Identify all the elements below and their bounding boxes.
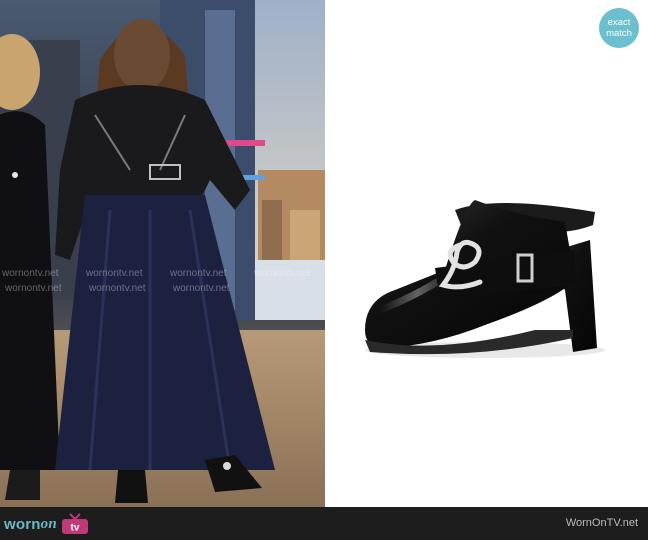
watermark: wornontv.net (5, 283, 62, 294)
tv-still-illustration (0, 0, 325, 507)
watermark: wornontv.net (86, 268, 143, 279)
footer-bar (0, 507, 648, 540)
tv-still-photo: wornontv.net wornontv.net wornontv.net w… (0, 0, 325, 507)
logo-tv-text: tv (70, 523, 79, 534)
tv-icon: tv (60, 513, 90, 535)
site-credit: WornOnTV.net (565, 517, 638, 529)
exact-match-badge: exact match (599, 8, 639, 48)
watermark: wornontv.net (2, 268, 59, 279)
logo-word-worn: worn (4, 515, 41, 533)
watermark: wornontv.net (173, 283, 230, 294)
watermark: wornontv.net (254, 268, 311, 279)
site-logo[interactable]: worn on tv (4, 511, 90, 537)
badge-line-2: match (606, 28, 632, 39)
watermark: wornontv.net (170, 268, 227, 279)
logo-word-on: on (40, 515, 57, 532)
buckle-mule-illustration (365, 200, 605, 358)
product-photo (325, 0, 648, 507)
watermark: wornontv.net (89, 283, 146, 294)
badge-line-1: exact (607, 17, 631, 28)
